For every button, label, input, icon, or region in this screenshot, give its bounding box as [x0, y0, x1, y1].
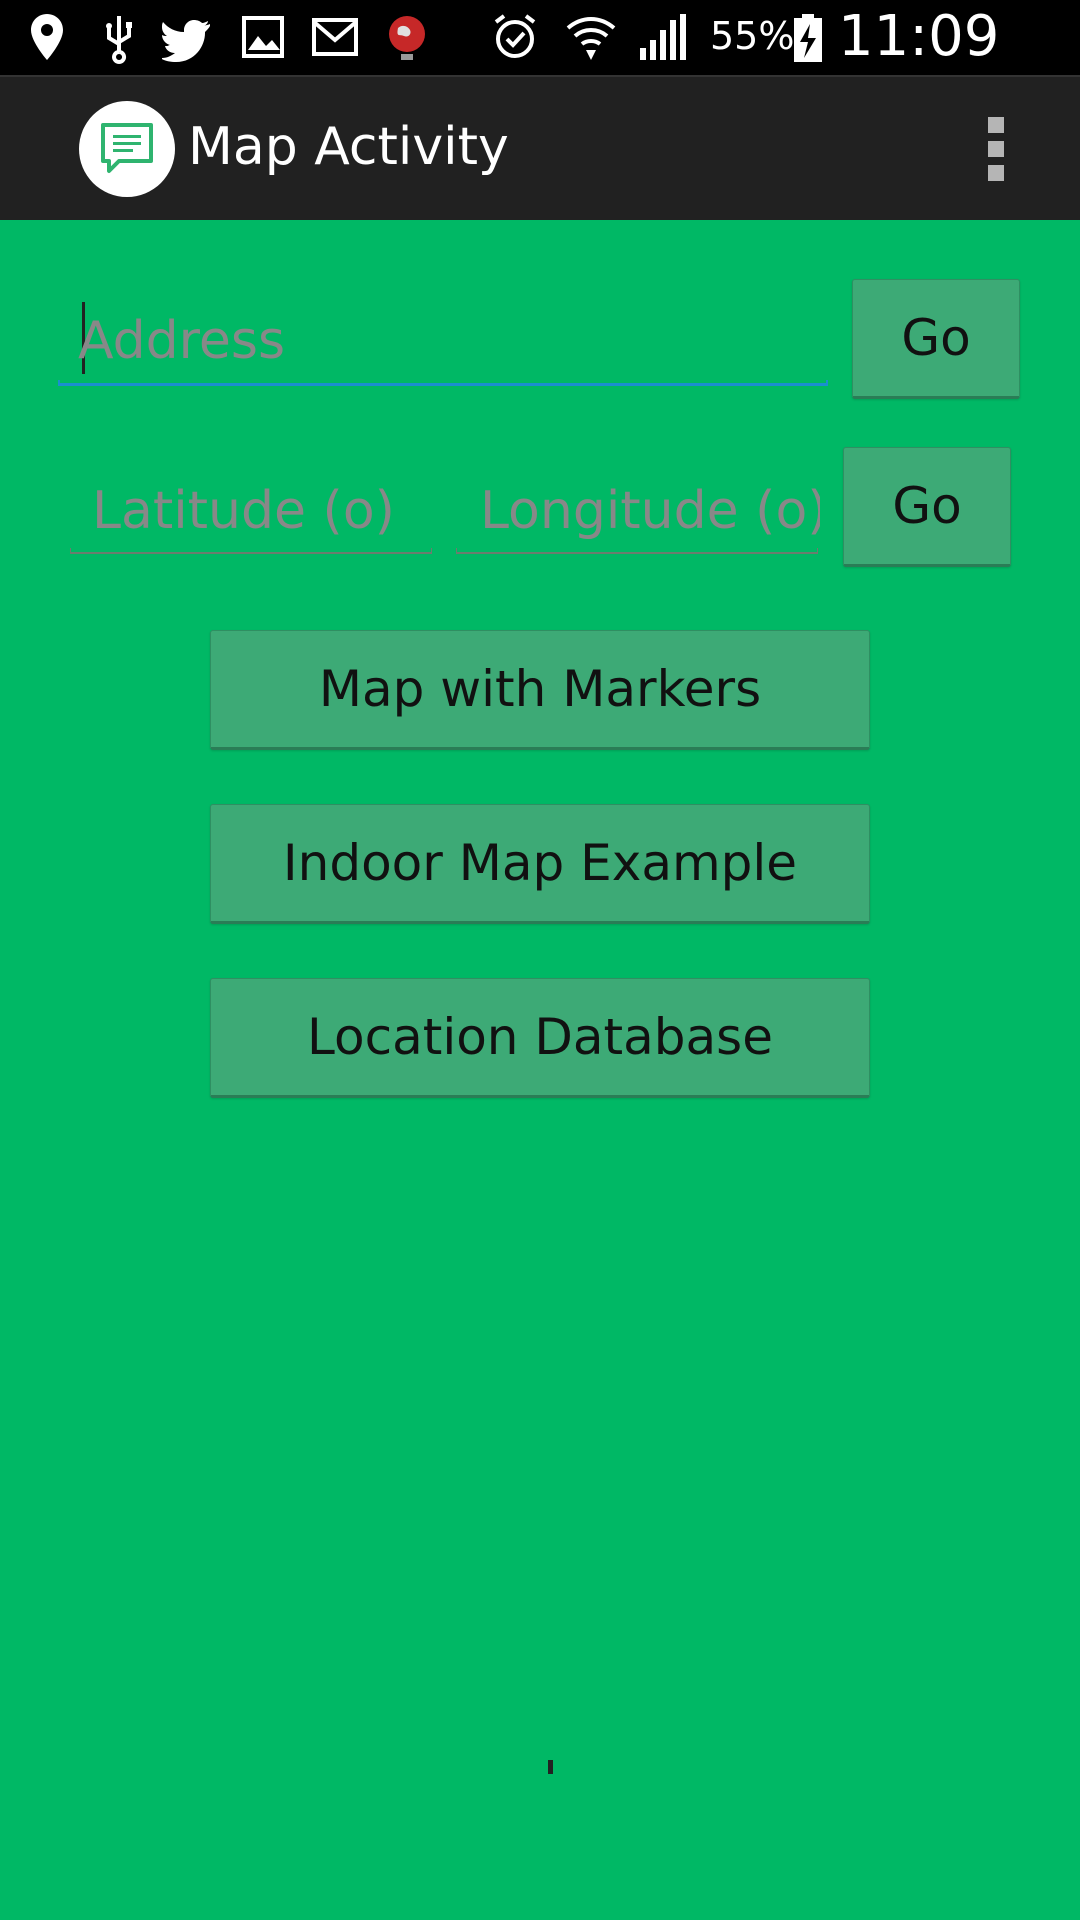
indoor-map-example-button[interactable]: Indoor Map Example: [210, 804, 870, 924]
longitude-underline: [456, 548, 818, 554]
latitude-input[interactable]: [92, 475, 432, 547]
go-latlng-label: Go: [892, 477, 962, 535]
app-icon[interactable]: [79, 101, 175, 197]
battery-charging-icon: [794, 14, 822, 62]
action-bar: Map Activity: [0, 75, 1080, 220]
wifi-icon: [566, 17, 616, 60]
usb-icon: [106, 16, 132, 64]
chat-bubble-icon: [101, 123, 153, 173]
go-latlng-button[interactable]: Go: [843, 447, 1011, 567]
map-with-markers-button[interactable]: Map with Markers: [210, 630, 870, 750]
status-bar: 55% 11:09 PM: [0, 0, 1080, 134]
gallery-icon: [242, 16, 284, 58]
overflow-menu-icon[interactable]: [976, 117, 1016, 181]
latitude-underline: [70, 548, 432, 554]
twitter-icon: [162, 20, 210, 62]
location-database-button[interactable]: Location Database: [210, 978, 870, 1098]
location-database-label: Location Database: [307, 1008, 773, 1066]
map-with-markers-label: Map with Markers: [318, 660, 762, 718]
go-address-label: Go: [901, 309, 971, 367]
indoor-map-example-label: Indoor Map Example: [282, 834, 798, 892]
gmail-icon: [312, 18, 358, 56]
location-pin-icon: [31, 14, 63, 60]
alarm-icon: [494, 14, 536, 58]
address-underline: [58, 380, 828, 386]
scroll-indicator: [548, 1760, 553, 1774]
globe-icon: [389, 16, 425, 60]
page-title: Map Activity: [188, 117, 509, 177]
signal-icon: [640, 14, 686, 60]
address-input[interactable]: [78, 305, 818, 377]
go-address-button[interactable]: Go: [852, 279, 1020, 399]
longitude-input[interactable]: [480, 475, 820, 547]
